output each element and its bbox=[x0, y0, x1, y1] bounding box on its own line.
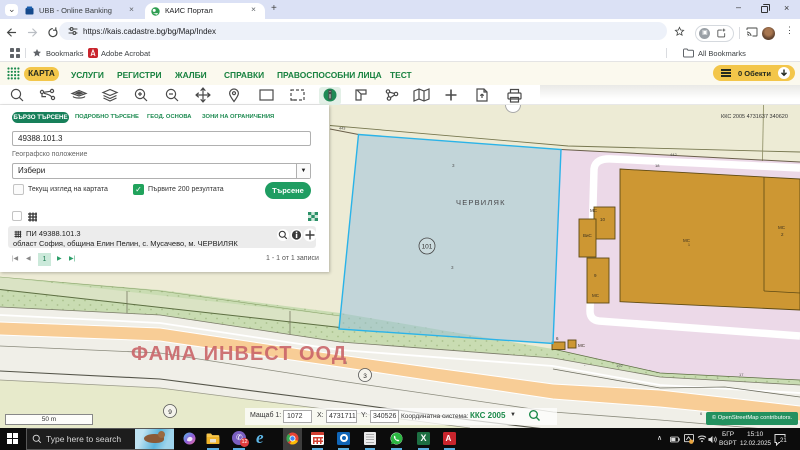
svg-text:МС: МС bbox=[592, 293, 600, 298]
svg-text:10: 10 bbox=[600, 217, 606, 222]
svg-text:192: 192 bbox=[616, 363, 623, 368]
svg-text:ВиС: ВиС bbox=[583, 233, 593, 238]
svg-text:1: 1 bbox=[688, 243, 690, 247]
svg-text:9: 9 bbox=[168, 409, 172, 416]
svg-text:18: 18 bbox=[655, 163, 660, 168]
svg-text:←: ← bbox=[716, 375, 720, 380]
svg-text:ЧЕРВИЛЯК: ЧЕРВИЛЯК bbox=[456, 198, 506, 207]
svg-text:МС: МС bbox=[778, 225, 786, 230]
svg-text:101: 101 bbox=[422, 244, 433, 251]
svg-text:17: 17 bbox=[739, 372, 744, 377]
svg-text:←: ← bbox=[648, 367, 652, 372]
svg-text:МС: МС bbox=[590, 208, 598, 213]
svg-text:442: 442 bbox=[670, 152, 677, 157]
svg-text:МС: МС bbox=[578, 343, 586, 348]
svg-text:443: 443 bbox=[339, 127, 345, 131]
svg-text:ФАМА ИНВЕСТ ООД: ФАМА ИНВЕСТ ООД bbox=[131, 343, 347, 365]
svg-text:3: 3 bbox=[363, 373, 367, 380]
svg-text:ККС 2005 4731637 340620: ККС 2005 4731637 340620 bbox=[721, 114, 788, 120]
svg-text:←: ← bbox=[583, 362, 587, 367]
